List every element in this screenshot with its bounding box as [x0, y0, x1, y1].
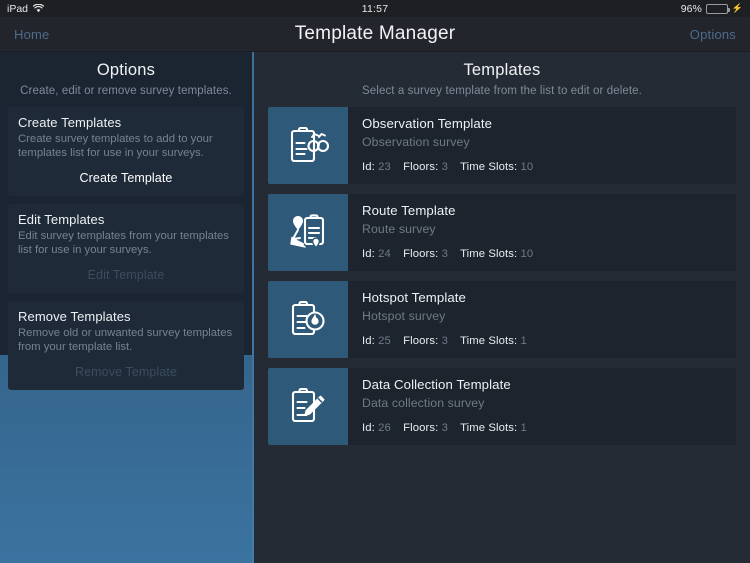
time-slots-value: 1 — [520, 335, 527, 347]
template-subtitle: Hotspot survey — [362, 309, 446, 323]
template-subtitle: Observation survey — [362, 135, 470, 149]
time-slots-label: Time Slots: — [460, 422, 518, 434]
edit-template-button[interactable]: Edit Template — [18, 267, 234, 283]
templates-subtitle: Select a survey template from the list t… — [362, 85, 642, 97]
option-card-edit: Edit Templates Edit survey templates fro… — [8, 203, 244, 293]
id-value: 25 — [378, 335, 391, 347]
battery-icon — [705, 3, 730, 14]
status-bar-right: 96% ⚡ — [681, 3, 743, 15]
remove-template-button[interactable]: Remove Template — [18, 364, 234, 380]
list-item-body: Data Collection Template Data collection… — [348, 368, 736, 445]
options-subtitle: Create, edit or remove survey templates. — [20, 85, 232, 97]
option-description: Remove old or unwanted survey templates … — [18, 326, 233, 354]
page-title: Template Manager — [294, 23, 456, 44]
time-slots-label: Time Slots: — [460, 248, 518, 260]
floors-value: 3 — [441, 248, 449, 260]
template-title: Route Template — [362, 203, 456, 218]
clipboard-pencil-icon — [268, 368, 348, 445]
template-stats: Id: 24 Floors: 3 Time Slots: 10 — [362, 248, 736, 260]
id-label: Id: — [362, 335, 375, 347]
floors-label: Floors: — [403, 248, 439, 260]
options-title: Options — [96, 61, 156, 79]
id-label: Id: — [362, 161, 375, 173]
time-slots-value: 10 — [520, 248, 534, 260]
status-bar: iPad 11:57 96% ⚡ — [0, 0, 750, 17]
template-stats: Id: 25 Floors: 3 Time Slots: 1 — [362, 335, 736, 347]
floors-label: Floors: — [403, 161, 439, 173]
list-item[interactable]: Observation Template Observation survey … — [268, 107, 736, 184]
templates-title: Templates — [463, 61, 541, 79]
id-value: 23 — [378, 161, 391, 173]
nav-bar: Home Template Manager Options — [0, 17, 750, 52]
app-screen: iPad 11:57 96% ⚡ Home Template Manager O… — [0, 0, 750, 563]
list-item-body: Hotspot Template Hotspot survey Id: 25 F… — [348, 281, 736, 358]
list-item-body: Observation Template Observation survey … — [348, 107, 736, 184]
floors-label: Floors: — [403, 335, 439, 347]
list-item[interactable]: Data Collection Template Data collection… — [268, 368, 736, 445]
clipboard-binoculars-icon — [268, 107, 348, 184]
id-label: Id: — [362, 248, 375, 260]
body-area: Options Create, edit or remove survey te… — [0, 52, 750, 563]
template-title: Observation Template — [362, 116, 493, 131]
option-title: Remove Templates — [18, 308, 131, 324]
option-title: Edit Templates — [18, 211, 105, 227]
clipboard-flame-icon — [268, 281, 348, 358]
id-label: Id: — [362, 422, 375, 434]
options-sidebar: Options Create, edit or remove survey te… — [0, 52, 252, 390]
template-subtitle: Route survey — [362, 222, 436, 236]
floors-value: 3 — [441, 335, 449, 347]
templates-list: Observation Template Observation survey … — [254, 107, 750, 445]
template-title: Hotspot Template — [362, 290, 466, 305]
time-slots-label: Time Slots: — [460, 335, 518, 347]
template-stats: Id: 23 Floors: 3 Time Slots: 10 — [362, 161, 736, 173]
time-slots-label: Time Slots: — [460, 161, 518, 173]
templates-panel: Templates Select a survey template from … — [254, 52, 750, 563]
list-item-body: Route Template Route survey Id: 24 Floor… — [348, 194, 736, 271]
template-title: Data Collection Template — [362, 377, 511, 392]
time-slots-value: 1 — [520, 422, 527, 434]
time-slots-value: 10 — [520, 161, 534, 173]
floors-value: 3 — [441, 422, 449, 434]
template-subtitle: Data collection survey — [362, 396, 485, 410]
option-description: Create survey templates to add to your t… — [18, 133, 213, 160]
option-description: Edit survey templates from your template… — [18, 229, 229, 257]
floors-label: Floors: — [403, 422, 439, 434]
list-item[interactable]: Hotspot Template Hotspot survey Id: 25 F… — [268, 281, 736, 358]
option-title: Create Templates — [18, 115, 122, 130]
option-card-remove: Remove Templates Remove old or unwanted … — [8, 300, 244, 390]
charging-bolt-icon: ⚡ — [731, 3, 743, 13]
template-stats: Id: 26 Floors: 3 Time Slots: 1 — [362, 422, 736, 434]
id-value: 24 — [378, 248, 391, 260]
option-card-create: Create Templates Create survey templates… — [8, 107, 244, 196]
list-item[interactable]: Route Template Route survey Id: 24 Floor… — [268, 194, 736, 271]
create-template-button[interactable]: Create Template — [18, 170, 234, 186]
clipboard-route-pin-icon — [268, 194, 348, 271]
options-header: Options Create, edit or remove survey te… — [0, 52, 252, 107]
floors-value: 3 — [441, 161, 449, 173]
id-value: 26 — [378, 422, 391, 434]
templates-header: Templates Select a survey template from … — [254, 52, 750, 107]
battery-percent-label: 96% — [680, 2, 702, 15]
status-bar-clock: 11:57 — [361, 2, 389, 15]
